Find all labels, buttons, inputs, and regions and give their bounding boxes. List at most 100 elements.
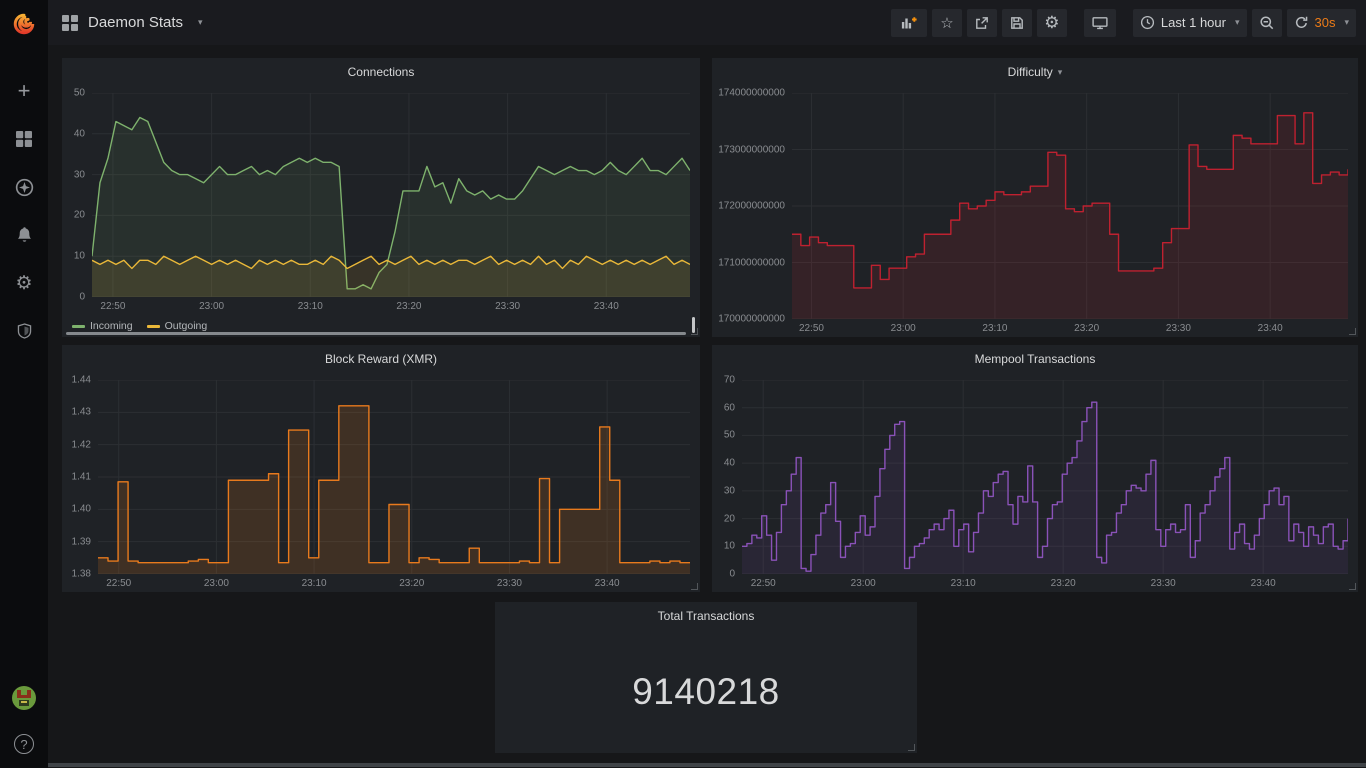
panel-total-transactions-header[interactable]: Total Transactions xyxy=(495,602,917,630)
legend-item-incoming[interactable]: Incoming xyxy=(72,320,133,332)
y-tick-label: 0 xyxy=(729,569,735,580)
x-tick-label: 23:40 xyxy=(1258,323,1283,334)
y-tick-label: 30 xyxy=(724,485,735,496)
title-caret-icon[interactable]: ▾ xyxy=(198,17,203,28)
x-tick-label: 23:40 xyxy=(1251,578,1276,589)
sidebar-item-configuration[interactable]: ⚙ xyxy=(0,270,48,296)
navbar: Daemon Stats ▾ ☆ ⚙ xyxy=(48,0,1366,45)
zoom-out-icon xyxy=(1259,15,1275,31)
legend-label: Incoming xyxy=(90,320,133,332)
sidebar-item-add[interactable]: + xyxy=(0,78,48,104)
gear-icon: ⚙ xyxy=(15,272,32,295)
user-avatar[interactable] xyxy=(11,685,37,716)
y-axis: 1700000000001710000000001720000000001730… xyxy=(712,93,792,319)
time-range-picker[interactable]: Last 1 hour ▾ xyxy=(1133,9,1247,37)
y-tick-label: 170000000000 xyxy=(718,314,785,325)
panel-connections: Connections 01020304050 22:5023:0023:102… xyxy=(62,58,700,337)
x-tick-label: 22:50 xyxy=(100,301,125,312)
dashboard-grid-icon xyxy=(62,15,78,31)
legend-horizontal-scrollbar[interactable] xyxy=(66,332,686,335)
shield-icon xyxy=(16,322,33,340)
y-axis: 1.381.391.401.411.421.431.44 xyxy=(62,380,98,574)
x-tick-label: 23:00 xyxy=(851,578,876,589)
add-panel-button[interactable] xyxy=(891,9,927,37)
y-tick-label: 10 xyxy=(74,251,85,262)
x-tick-label: 22:50 xyxy=(106,578,131,589)
y-tick-label: 1.42 xyxy=(72,439,91,450)
x-tick-label: 23:40 xyxy=(595,578,620,589)
share-icon xyxy=(974,15,990,31)
add-panel-icon xyxy=(898,15,920,31)
x-tick-label: 23:10 xyxy=(951,578,976,589)
y-tick-label: 1.38 xyxy=(72,569,91,580)
x-tick-label: 23:30 xyxy=(1151,578,1176,589)
x-tick-label: 22:50 xyxy=(799,323,824,334)
legend-vertical-scrollbar[interactable] xyxy=(692,317,695,333)
y-tick-label: 50 xyxy=(74,88,85,99)
sidebar-item-dashboards[interactable] xyxy=(0,126,48,152)
time-range-label: Last 1 hour xyxy=(1161,15,1226,30)
x-axis: 22:50 23:00 23:10 23:20 23:30 23:40 xyxy=(742,574,1348,592)
difficulty-plot[interactable] xyxy=(792,93,1348,319)
panel-difficulty: Difficulty ▾ 170000000000171000000000172… xyxy=(712,58,1358,337)
cycle-view-button[interactable] xyxy=(1084,9,1116,37)
help-icon[interactable]: ? xyxy=(14,734,34,754)
sidebar-item-admin[interactable] xyxy=(0,318,48,344)
y-tick-label: 20 xyxy=(724,513,735,524)
y-tick-label: 70 xyxy=(724,375,735,386)
panel-connections-header[interactable]: Connections xyxy=(62,58,700,86)
refresh-interval-label: 30s xyxy=(1315,15,1336,30)
page-horizontal-scrollbar[interactable] xyxy=(48,763,1366,767)
favorite-button[interactable]: ☆ xyxy=(932,9,962,37)
grafana-logo[interactable] xyxy=(0,0,48,48)
legend-label: Outgoing xyxy=(165,320,208,332)
y-tick-label: 172000000000 xyxy=(718,201,785,212)
y-tick-label: 1.44 xyxy=(72,375,91,386)
mempool-plot[interactable] xyxy=(742,380,1348,574)
block-reward-plot[interactable] xyxy=(98,380,690,574)
dashboard-title[interactable]: Daemon Stats xyxy=(88,14,183,31)
zoom-out-button[interactable] xyxy=(1252,9,1282,37)
sidebar-item-explore[interactable] xyxy=(0,174,48,200)
sidebar-item-alerting[interactable] xyxy=(0,222,48,248)
dashboards-icon xyxy=(15,130,33,148)
panel-block-reward-header[interactable]: Block Reward (XMR) xyxy=(62,345,700,373)
panel-mempool-header[interactable]: Mempool Transactions xyxy=(712,345,1358,373)
y-tick-label: 50 xyxy=(724,430,735,441)
panel-menu-caret-icon: ▾ xyxy=(1058,67,1063,78)
x-tick-label: 22:50 xyxy=(751,578,776,589)
y-tick-label: 0 xyxy=(79,292,85,303)
settings-button[interactable]: ⚙ xyxy=(1037,9,1067,37)
x-tick-label: 23:10 xyxy=(982,323,1007,334)
x-tick-label: 23:10 xyxy=(302,578,327,589)
y-tick-label: 10 xyxy=(724,541,735,552)
y-tick-label: 60 xyxy=(724,402,735,413)
grafana-spiral-icon xyxy=(10,10,38,38)
panel-total-transactions: Total Transactions 9140218 xyxy=(495,602,917,753)
panel-title: Mempool Transactions xyxy=(975,352,1096,366)
clock-icon xyxy=(1140,15,1155,30)
sidebar: + ⚙ xyxy=(0,0,48,768)
refresh-icon xyxy=(1294,15,1309,30)
connections-plot[interactable] xyxy=(92,93,690,297)
plus-icon: + xyxy=(18,81,31,101)
gear-icon: ⚙ xyxy=(1044,13,1059,33)
x-tick-label: 23:00 xyxy=(199,301,224,312)
x-tick-label: 23:20 xyxy=(1051,578,1076,589)
x-tick-label: 23:20 xyxy=(396,301,421,312)
legend-swatch xyxy=(72,325,85,328)
legend-item-outgoing[interactable]: Outgoing xyxy=(147,320,208,332)
panel-title: Connections xyxy=(348,65,415,79)
monitor-icon xyxy=(1091,15,1109,31)
x-tick-label: 23:20 xyxy=(1074,323,1099,334)
share-button[interactable] xyxy=(967,9,997,37)
stat-value: 9140218 xyxy=(632,671,780,713)
save-button[interactable] xyxy=(1002,9,1032,37)
refresh-picker[interactable]: 30s ▾ xyxy=(1287,9,1357,37)
x-tick-label: 23:30 xyxy=(497,578,522,589)
help-question-glyph: ? xyxy=(20,737,27,752)
y-tick-label: 20 xyxy=(74,210,85,221)
x-tick-label: 23:00 xyxy=(891,323,916,334)
panel-difficulty-header[interactable]: Difficulty ▾ xyxy=(712,58,1358,86)
avatar-icon xyxy=(11,685,37,711)
